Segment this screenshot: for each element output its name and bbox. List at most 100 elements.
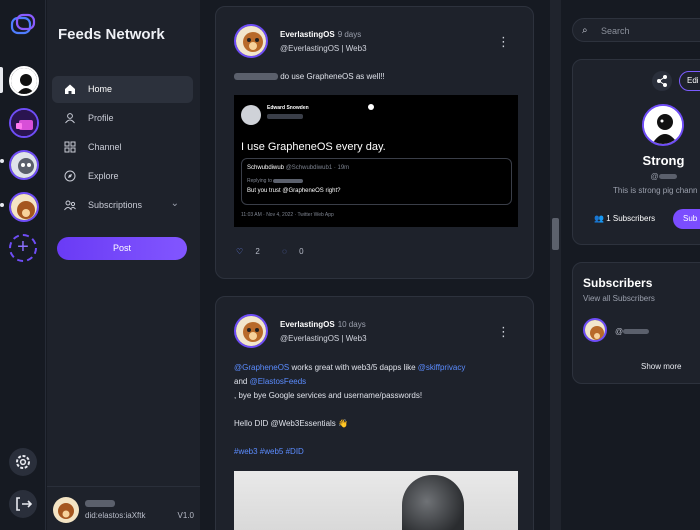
heart-icon: ♡: [236, 247, 244, 256]
nav-item-channel[interactable]: Channel: [52, 134, 193, 161]
nav-item-label: Explore: [88, 171, 119, 181]
post-card[interactable]: EverlastingOS 10 days @EverlastingOS | We…: [215, 296, 534, 530]
channel-icon: [64, 141, 76, 153]
post-actions: ♡ 2 ◌ 0: [236, 247, 324, 256]
post-text-segment: and: [234, 377, 250, 386]
replying-label: Replying to: [247, 178, 273, 184]
channel-avatar-1[interactable]: [9, 66, 39, 96]
app-brand: Feeds Network: [58, 26, 165, 43]
chevron-down-icon: ⌄: [170, 198, 179, 209]
nav-item-profile[interactable]: Profile: [52, 105, 193, 132]
post-author-name[interactable]: EverlastingOS 10 days: [280, 320, 366, 329]
home-icon: [65, 84, 75, 94]
current-user[interactable]: did:elastos:iaXftk V1.0: [47, 486, 200, 530]
handle-prefix: @: [650, 172, 659, 181]
channel-avatar-2[interactable]: [9, 108, 39, 138]
subscribers-title: Subscribers: [583, 276, 653, 290]
author-name-text: EverlastingOS: [280, 320, 335, 329]
post-author-avatar[interactable]: [234, 24, 268, 58]
more-options-icon[interactable]: ⋮: [497, 325, 510, 338]
post-age: 10 days: [337, 320, 366, 329]
search-placeholder: Search: [601, 26, 630, 36]
search-icon: ⌕: [582, 25, 588, 36]
comment-icon: ◌: [282, 247, 287, 256]
subscriber-handle: @: [615, 327, 650, 336]
post-text-segment: works great with web3/5 dapps like: [289, 363, 418, 372]
post-card[interactable]: EverlastingOS 9 days @EverlastingOS | Web…: [215, 6, 534, 279]
embedded-tweet-image[interactable]: Edward Snowden I use GrapheneOS every da…: [234, 95, 518, 227]
channel-description: This is strong pig chann: [613, 186, 698, 195]
subscribers-card: Subscribers View all Subscribers @ Show …: [572, 262, 700, 384]
view-all-subscribers-link[interactable]: View all Subscribers: [583, 294, 655, 303]
tweet-author-avatar: [241, 105, 261, 125]
unread-dot: [0, 203, 4, 207]
post-text: do use GrapheneOS as well!!: [234, 70, 524, 84]
nav-item-label: Home: [88, 84, 113, 94]
compass-icon: [64, 170, 76, 182]
nav-item-subscriptions[interactable]: Subscriptions ⌄: [52, 192, 193, 219]
mention-link[interactable]: @GrapheneOS: [234, 363, 289, 372]
search-input[interactable]: ⌕ Search: [572, 18, 700, 42]
subscribe-button[interactable]: Sub: [673, 209, 700, 229]
app-version: V1.0: [177, 511, 194, 520]
redacted-name: [234, 73, 278, 81]
selected-indicator: [0, 67, 3, 93]
replying-to: Replying to: [247, 178, 304, 184]
post-image[interactable]: [234, 471, 518, 530]
mention-link[interactable]: @skiffprivacy: [418, 363, 466, 372]
subscriber-count-text: 1 Subscribers: [606, 214, 656, 223]
like-button[interactable]: ♡ 2: [236, 247, 270, 256]
gear-icon: [16, 455, 30, 469]
feed-scrollbar[interactable]: [550, 0, 561, 530]
post-text-segment: , bye bye Google services and username/p…: [234, 391, 423, 400]
channel-avatar-4[interactable]: [9, 192, 39, 222]
unread-dot: [0, 159, 4, 163]
redacted-handle: [623, 329, 650, 335]
verified-badge-icon: [368, 104, 374, 110]
author-name-text: EverlastingOS: [280, 30, 335, 39]
subscriber-count[interactable]: 👥 1 Subscribers: [594, 214, 655, 223]
scrollbar-thumb[interactable]: [552, 218, 559, 250]
quote-text: But you trust @GrapheneOS right?: [247, 188, 341, 194]
main-navigation: Feeds Network Home Profile Channel Explo…: [47, 0, 200, 530]
post-button[interactable]: Post: [57, 237, 187, 260]
comment-count: 0: [299, 247, 304, 256]
logout-button[interactable]: [9, 490, 37, 518]
settings-button[interactable]: [9, 448, 37, 476]
nav-item-label: Profile: [88, 113, 114, 123]
user-did: did:elastos:iaXftk: [85, 511, 146, 520]
tweet-author-handle: [267, 114, 303, 119]
post-text: @GrapheneOS works great with web3/5 dapp…: [234, 361, 524, 459]
more-options-icon[interactable]: ⋮: [497, 35, 510, 48]
logout-icon: [16, 497, 33, 511]
channel-handle: @: [573, 172, 700, 181]
post-author-avatar[interactable]: [234, 314, 268, 348]
nav-item-explore[interactable]: Explore: [52, 163, 193, 190]
nav-item-home[interactable]: Home: [52, 76, 193, 103]
tweet-text: I use GrapheneOS every day.: [241, 141, 386, 153]
post-author-name[interactable]: EverlastingOS 9 days: [280, 30, 361, 39]
user-name-redacted: [85, 500, 115, 507]
subscriptions-icon: [64, 200, 76, 211]
quote-header: Schwubdiwub @Schwubdiwub1 · 19m: [247, 165, 349, 171]
app-logo-icon[interactable]: [9, 12, 37, 40]
post-age: 9 days: [337, 30, 362, 39]
people-icon: 👥: [594, 214, 604, 223]
subscriber-avatar[interactable]: [583, 318, 607, 342]
channel-card: Edi Strong @ This is strong pig chann 👥 …: [572, 59, 700, 245]
edit-button[interactable]: Edi: [679, 71, 700, 91]
hashtag-links[interactable]: #web3 #web5 #DID: [234, 445, 524, 459]
channel-avatar: [642, 104, 684, 146]
comment-button[interactable]: ◌ 0: [282, 247, 313, 256]
handle-prefix: @: [615, 327, 624, 336]
like-count: 2: [255, 247, 260, 256]
post-text-content: do use GrapheneOS as well!!: [280, 72, 385, 81]
redacted-handle: [658, 174, 677, 180]
show-more-button[interactable]: Show more: [641, 362, 681, 371]
post-author-handle: @EverlastingOS | Web3: [280, 334, 367, 343]
mention-link[interactable]: @ElastosFeeds: [250, 377, 307, 386]
channel-avatar-3[interactable]: [9, 150, 39, 180]
add-channel-button[interactable]: +: [9, 234, 37, 262]
share-button[interactable]: [652, 71, 672, 91]
post-author-handle: @EverlastingOS | Web3: [280, 44, 367, 53]
